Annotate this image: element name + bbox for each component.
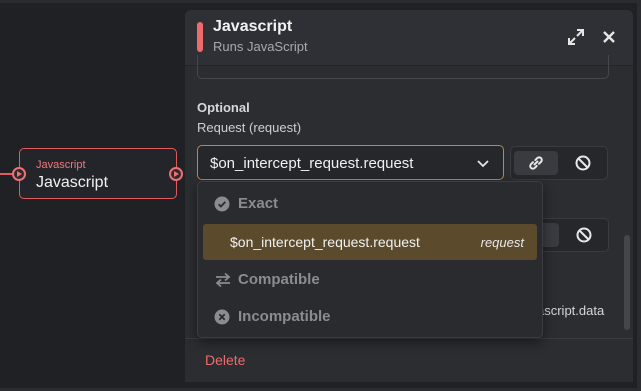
option-value: $on_intercept_request.request xyxy=(230,234,420,250)
canvas-top-edge xyxy=(0,0,641,3)
node-type-label: Javascript xyxy=(36,159,86,171)
panel-title: Javascript xyxy=(213,18,293,35)
link-icon xyxy=(529,156,543,170)
node-output-port[interactable] xyxy=(169,167,183,181)
request-dropdown: Exact $on_intercept_request.request requ… xyxy=(197,181,543,338)
check-circle-icon xyxy=(214,196,230,212)
request-select[interactable]: $on_intercept_request.request xyxy=(197,145,504,180)
close-icon[interactable] xyxy=(599,27,619,47)
request-field-label: Request (request) xyxy=(197,120,302,135)
clear-button[interactable] xyxy=(561,151,605,175)
section-label-optional: Optional xyxy=(197,100,250,115)
panel-footer: Delete xyxy=(185,338,633,382)
partial-field-value: ascript.data xyxy=(537,303,605,318)
accent-bar xyxy=(197,22,203,52)
canvas-right-edge xyxy=(637,0,641,391)
link-button[interactable] xyxy=(514,151,558,175)
node-name: Javascript xyxy=(36,174,109,191)
delete-button[interactable]: Delete xyxy=(205,352,245,368)
option-type-tag: request xyxy=(480,235,524,250)
panel-subtitle: Runs JavaScript xyxy=(213,39,308,54)
request-actions xyxy=(510,146,608,180)
chevron-down-icon xyxy=(475,155,491,171)
swap-icon xyxy=(214,272,231,288)
group-compatible-label: Compatible xyxy=(238,271,320,288)
previous-field[interactable] xyxy=(197,55,609,79)
group-exact-label: Exact xyxy=(238,195,279,212)
clear-button-2[interactable] xyxy=(562,223,606,247)
x-circle-icon xyxy=(214,309,230,325)
dropdown-option[interactable]: $on_intercept_request.request request xyxy=(203,224,537,260)
node-input-port[interactable] xyxy=(12,167,26,181)
ban-icon xyxy=(576,227,592,243)
javascript-node[interactable]: Javascript Javascript xyxy=(19,148,177,199)
ban-icon xyxy=(575,155,591,171)
group-incompatible-label: Incompatible xyxy=(238,308,331,325)
expand-icon[interactable] xyxy=(566,27,586,47)
panel-scrollbar[interactable] xyxy=(624,235,630,330)
request-select-value: $on_intercept_request.request xyxy=(210,155,414,172)
